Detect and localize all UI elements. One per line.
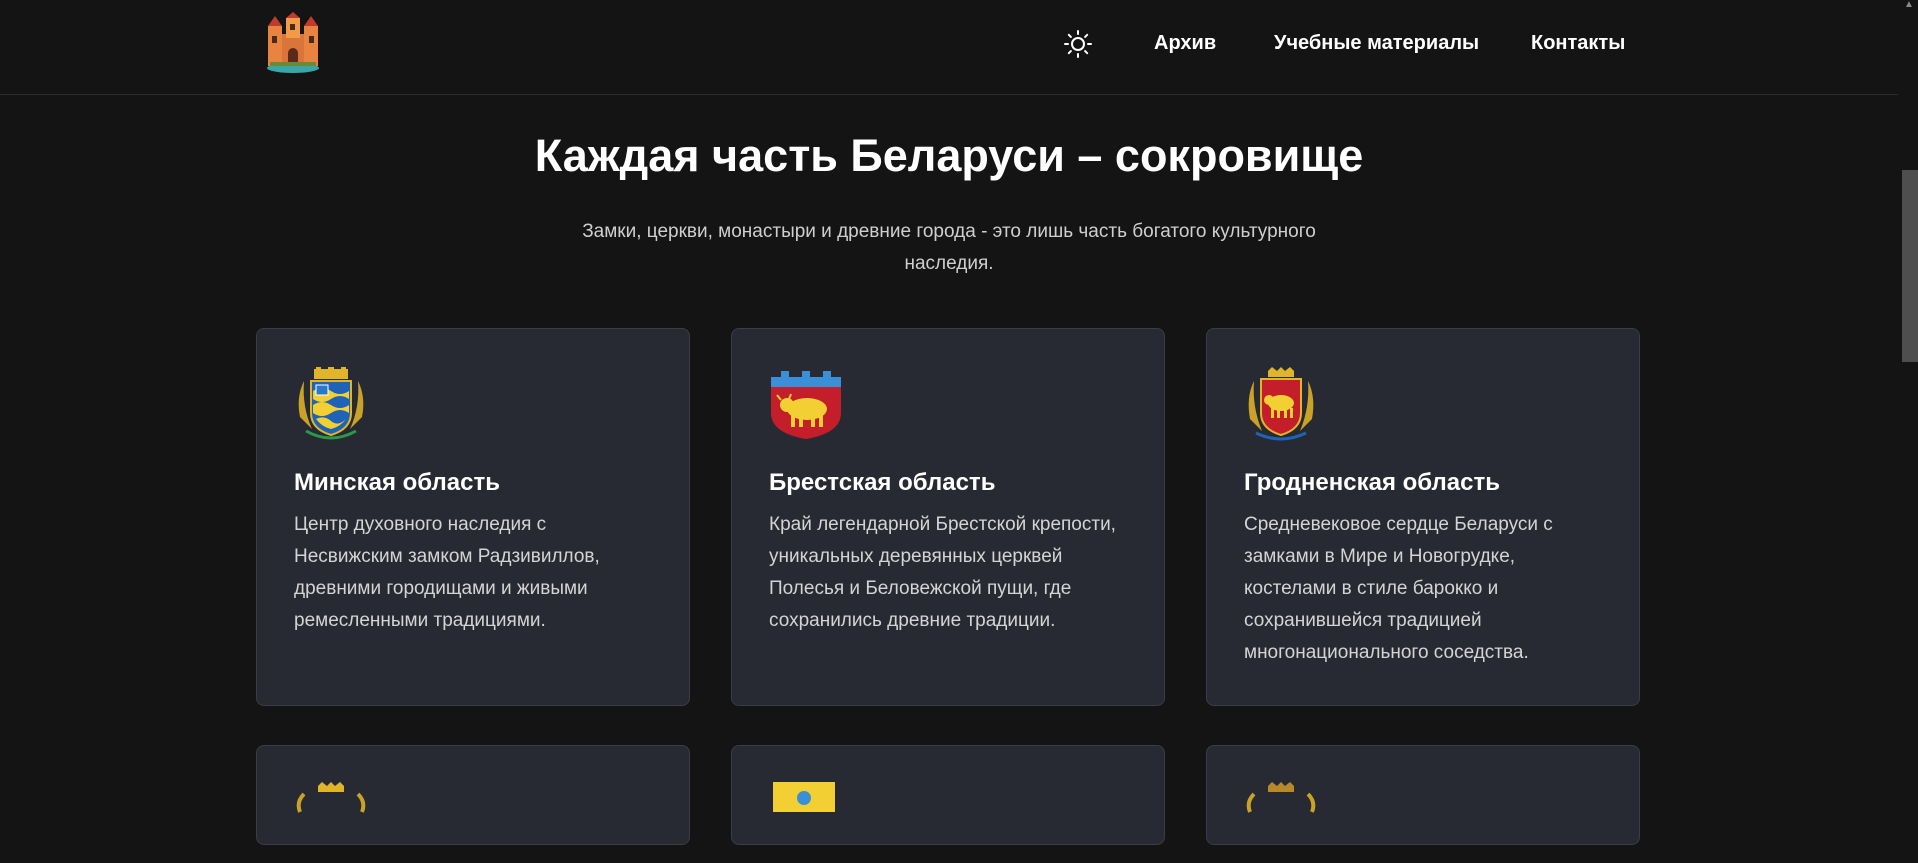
site-header: Архив Учебные материалы Контакты (0, 0, 1898, 95)
region-card-title: Минская область (294, 469, 500, 496)
nav-contacts-link[interactable]: Контакты (1531, 32, 1625, 55)
sun-icon[interactable] (1064, 30, 1092, 58)
region-coat-of-arms-icon (1244, 782, 1318, 858)
region-card-minsk[interactable]: Минская область Центр духовного наследия… (256, 328, 690, 706)
page-title: Каждая часть Беларуси – сокровище (534, 130, 1364, 181)
scroll-up-arrow-icon[interactable]: ▲ (1904, 0, 1914, 10)
region-card-description: Центр духовного наследия с Несвижским за… (294, 514, 600, 631)
page-scrollbar[interactable] (1898, 0, 1918, 796)
region-card-title: Брестская область (769, 469, 996, 496)
nav-archive-link[interactable]: Архив (1154, 32, 1216, 55)
brest-region-coat-of-arms-icon (769, 367, 843, 443)
region-coat-of-arms-icon (769, 782, 843, 858)
page-subtitle: Замки, церкви, монастыри и древние город… (582, 221, 1316, 274)
region-card-description: Край легендарной Брестской крепости, уни… (769, 514, 1116, 631)
grodno-region-coat-of-arms-icon (1244, 367, 1318, 443)
nav-materials-link[interactable]: Учебные материалы (1274, 32, 1479, 55)
castle-logo-icon[interactable] (264, 12, 322, 74)
region-card-partial[interactable] (1206, 745, 1640, 845)
region-card-title: Гродненская область (1244, 469, 1500, 496)
region-card-partial[interactable] (256, 745, 690, 845)
minsk-region-coat-of-arms-icon (294, 365, 368, 443)
region-card-grodno[interactable]: Гродненская область Средневековое сердце… (1206, 328, 1640, 706)
region-card-brest[interactable]: Брестская область Край легендарной Брест… (731, 328, 1165, 706)
region-card-partial[interactable] (731, 745, 1165, 845)
scrollbar-thumb[interactable] (1902, 170, 1918, 362)
region-coat-of-arms-icon (294, 782, 368, 858)
region-card-description: Средневековое сердце Беларуси с замками … (1244, 514, 1553, 663)
